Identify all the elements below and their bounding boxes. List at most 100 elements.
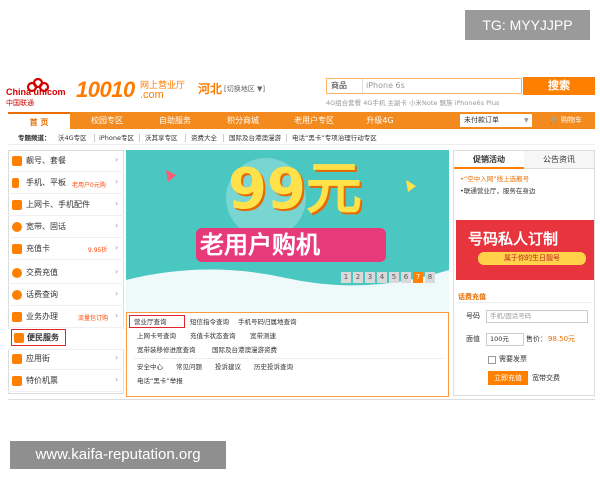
category-label: 靓号、套餐 <box>26 156 66 165</box>
category-label: 应用街 <box>26 354 50 363</box>
category-label: 交费充值 <box>26 268 58 277</box>
recharge-button[interactable]: 立即充值 <box>488 371 528 385</box>
link-black-card-report[interactable]: 电话“黑卡”举报 <box>137 376 183 386</box>
ad-subtitle: 属于你的生日靓号 <box>478 252 586 265</box>
divider <box>223 134 224 142</box>
link-number-location[interactable]: 手机号码归属地查询 <box>238 317 297 327</box>
chevron-down-icon: ▼ <box>524 117 529 124</box>
tab-announcements[interactable]: 公告资讯 <box>524 151 594 169</box>
chevron-right-icon: › <box>115 311 119 320</box>
category-label: 便民服务 <box>27 333 59 342</box>
amount-label: 面值 <box>466 335 480 343</box>
promo-link-2[interactable]: •联通营业厅，服务在身边 <box>460 186 535 196</box>
category-label: 话费查询 <box>26 290 58 299</box>
search-button[interactable]: 搜索 <box>523 77 595 95</box>
banner-page-3[interactable]: 3 <box>365 272 375 283</box>
divider <box>8 399 595 400</box>
divider <box>185 134 186 142</box>
link-datacard-query[interactable]: 上网卡号查询 <box>137 331 176 341</box>
topic-roaming[interactable]: 国际及台港澳漫游 <box>229 131 281 145</box>
banner-page-2[interactable]: 2 <box>353 272 363 283</box>
topic-4g[interactable]: 沃4G专区 <box>58 131 87 145</box>
link-complaint-history[interactable]: 历史投诉查询 <box>254 362 293 372</box>
invoice-checkbox[interactable] <box>488 356 496 364</box>
pay-icon <box>12 268 22 278</box>
promo-link-1[interactable]: •“空中入网”线上选靓号 <box>460 174 529 184</box>
divider <box>94 134 95 142</box>
topic-woqixiang[interactable]: 沃其享专区 <box>145 131 178 145</box>
nav-existing-users[interactable]: 老用户专区 <box>280 112 348 129</box>
number-icon <box>12 156 22 166</box>
invoice-label: 需要发票 <box>499 355 527 363</box>
banner-headline: 99元 <box>228 157 362 222</box>
nav-campus[interactable]: 校园专区 <box>76 112 138 129</box>
category-label: 手机、平板 <box>26 178 66 187</box>
nav-home[interactable]: 首 页 <box>8 112 70 129</box>
watermark-top: TG: MYYJJPP <box>465 10 590 40</box>
topic-channel-label: 专题频道： <box>18 134 51 142</box>
apps-icon <box>12 354 22 364</box>
nav-self-service[interactable]: 自助服务 <box>144 112 206 129</box>
topic-black-card[interactable]: 电话“黑卡”专项治理行动专区 <box>292 131 377 145</box>
link-broadband-progress[interactable]: 宽带装移修进度查询 <box>137 345 196 355</box>
search-category-select[interactable]: 商品 <box>327 79 363 93</box>
divider <box>286 134 287 142</box>
phone-icon <box>12 178 19 188</box>
brand-dotcom: .com <box>140 89 164 101</box>
chevron-right-icon: › <box>115 267 119 276</box>
link-roaming-fees[interactable]: 国际及台港澳漫游资费 <box>212 345 277 355</box>
banner-page-8[interactable]: 8 <box>425 272 435 283</box>
cart-icon: 🛒 <box>550 116 559 124</box>
phone-input[interactable]: 手机/固话号码 <box>486 310 588 323</box>
link-speed-test[interactable]: 宽带测速 <box>250 331 276 341</box>
link-sms-commands[interactable]: 短信指令查询 <box>190 317 229 327</box>
brand-number[interactable]: 10010 <box>76 77 135 103</box>
chevron-right-icon: › <box>115 243 119 252</box>
banner-page-7-active[interactable]: 7 <box>413 272 423 283</box>
category-promo[interactable]: 老用户0元购 <box>72 180 106 189</box>
divider <box>139 134 140 142</box>
tab-promotions[interactable]: 促销活动 <box>454 151 524 169</box>
chevron-right-icon: › <box>115 177 119 186</box>
nav-upgrade-4g[interactable]: 升级4G <box>352 112 408 129</box>
search-icon <box>12 290 22 300</box>
hot-search-words[interactable]: 4G组合套餐 4G手机 主副卡 小米Note 魅族 iPhone6s Plus <box>326 97 499 107</box>
category-promo[interactable]: 流量包订购 <box>78 313 108 322</box>
topic-iphone[interactable]: iPhone专区 <box>99 131 134 145</box>
link-store-lookup[interactable]: 营业厅查询 <box>134 317 167 327</box>
banner-page-6[interactable]: 6 <box>401 272 411 283</box>
divider <box>134 358 444 359</box>
user-icon <box>12 312 22 322</box>
amount-select[interactable]: 100元 <box>486 333 524 346</box>
category-promo[interactable]: 9.95折 <box>88 245 107 254</box>
banner-page-4[interactable]: 4 <box>377 272 387 283</box>
topic-tariffs[interactable]: 资费大全 <box>191 131 217 145</box>
price-value: 98.50元 <box>548 335 576 343</box>
category-label: 上网卡、手机配件 <box>26 200 90 209</box>
brand-name-en: China unicom <box>6 87 66 97</box>
banner-subtitle: 老用户购机 <box>200 231 320 259</box>
cart-label: 购物车 <box>560 116 582 124</box>
divider <box>455 302 593 303</box>
recharge-card-icon <box>12 244 22 254</box>
link-security-center[interactable]: 安全中心 <box>137 362 163 372</box>
category-label: 业务办理 <box>26 312 58 321</box>
banner-page-1[interactable]: 1 <box>341 272 351 283</box>
category-label: 充值卡 <box>26 244 50 253</box>
nav-points-mall[interactable]: 积分商城 <box>212 112 274 129</box>
ad-title: 号码私人订制 <box>468 230 559 248</box>
link-faq[interactable]: 常见问题 <box>176 362 202 372</box>
watermark-bottom: www.kaifa-reputation.org <box>10 441 226 469</box>
broadband-pay-link[interactable]: 宽带交费 <box>532 371 560 385</box>
search-input[interactable]: iPhone 6s <box>366 79 405 93</box>
unpaid-orders-dropdown[interactable]: 未付款订单 <box>460 114 532 127</box>
price-label: 售价： <box>526 335 547 343</box>
category-label: 特价机票 <box>26 376 58 385</box>
cart-button[interactable]: 🛒 购物车 <box>538 114 594 127</box>
province-label: 河北 <box>198 82 223 96</box>
banner-page-5[interactable]: 5 <box>389 272 399 283</box>
link-card-status[interactable]: 充值卡状态查询 <box>190 331 236 341</box>
switch-region-link[interactable]: [切换地区 ▼] <box>224 84 265 94</box>
brand-name-cn: 中国联通 <box>6 100 34 107</box>
link-complaints[interactable]: 投诉建议 <box>215 362 241 372</box>
